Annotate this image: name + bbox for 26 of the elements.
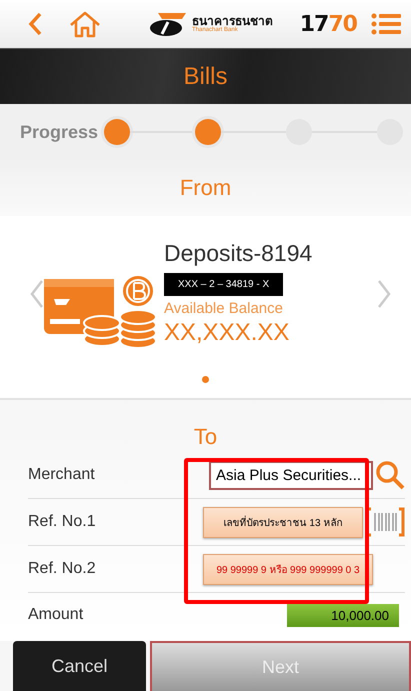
search-icon[interactable] <box>375 460 405 490</box>
balance-label: Available Balance <box>164 300 283 317</box>
logo-icon <box>148 11 188 37</box>
progress-label: Progress <box>20 122 98 142</box>
bank-name: ธนาคารธนชาต <box>192 15 273 27</box>
merchant-field[interactable]: Asia Plus Securities... <box>209 460 373 490</box>
reference-field[interactable]: 99 99999 9 หรือ 999 999999 0 3 <box>203 554 373 584</box>
hotline-number[interactable]: 1770 <box>300 12 357 36</box>
page-title: Bills <box>183 62 228 90</box>
field-label: Amount <box>28 606 84 624</box>
chevron-right-icon[interactable] <box>377 278 391 308</box>
home-icon[interactable] <box>68 10 102 38</box>
cancel-button[interactable]: Cancel <box>13 641 146 691</box>
section-heading: From <box>180 175 232 201</box>
reference-field[interactable]: เลขที่บัตรประชาชน 13 หลัก <box>203 506 363 538</box>
back-icon[interactable] <box>28 12 42 36</box>
amount-field[interactable]: 10,000.00 <box>287 604 399 626</box>
account-number: XXX – 2 – 34819 - X <box>164 273 284 296</box>
field-label: Ref. No.1 <box>28 513 97 531</box>
field-label: Ref. No.2 <box>28 560 97 578</box>
balance-amount: XX,XXX.XX <box>164 319 290 347</box>
account-name: Deposits-8194 <box>164 240 312 267</box>
menu-icon[interactable] <box>371 12 401 36</box>
chevron-left-icon[interactable] <box>30 278 44 308</box>
section-heading: To <box>194 424 218 450</box>
field-label: Merchant <box>28 466 96 484</box>
